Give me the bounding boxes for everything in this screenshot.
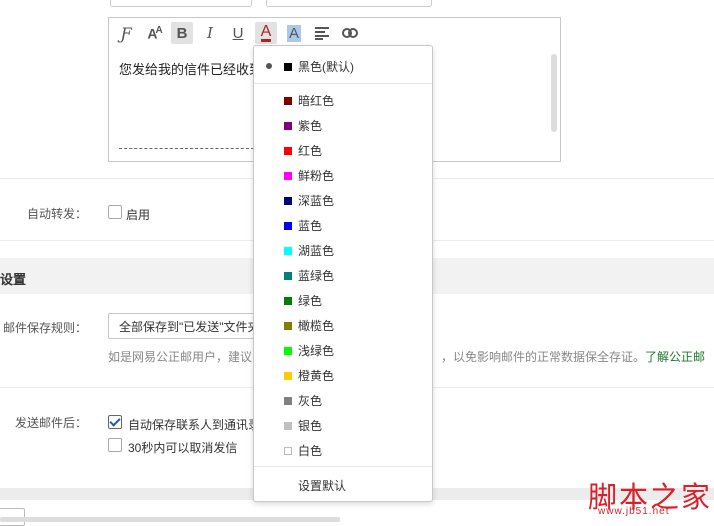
menu-separator <box>254 466 432 467</box>
editor-scrollbar[interactable] <box>551 54 557 132</box>
auto-forward-checkbox-label[interactable]: 启用 <box>126 206 150 223</box>
save-contacts-checkbox[interactable] <box>108 415 122 429</box>
color-item[interactable]: 紫色 <box>254 113 432 138</box>
color-swatch <box>284 371 292 380</box>
background-color-icon[interactable]: A <box>283 22 305 44</box>
color-item[interactable]: 白色 <box>254 438 432 463</box>
align-icon[interactable] <box>311 22 333 44</box>
color-item[interactable]: 浅绿色 <box>254 338 432 363</box>
horizontal-scrollbar[interactable] <box>0 517 340 522</box>
color-item[interactable]: 暗红色 <box>254 88 432 113</box>
save-rule-select[interactable]: 全部保存到"已发送"文件夹 <box>108 313 258 339</box>
color-item[interactable]: 橄榄色 <box>254 313 432 338</box>
section-title: 设置 <box>0 272 27 287</box>
color-label: 黑色(默认) <box>298 60 354 74</box>
auto-forward-checkbox[interactable] <box>108 205 122 219</box>
color-item[interactable]: 绿色 <box>254 288 432 313</box>
color-swatch <box>284 62 292 71</box>
color-label: 橙黄色 <box>298 369 335 383</box>
color-label: 蓝绿色 <box>298 269 335 283</box>
menu-separator <box>254 83 432 84</box>
color-label: 暗红色 <box>298 94 335 108</box>
color-swatch <box>284 196 292 205</box>
color-swatch <box>284 146 292 155</box>
color-swatch <box>284 346 292 355</box>
color-swatch <box>284 271 292 280</box>
color-label: 白色 <box>298 444 323 458</box>
color-swatch <box>284 421 292 430</box>
color-label: 浅绿色 <box>298 344 335 358</box>
top-input-right[interactable] <box>266 0 432 7</box>
color-item[interactable]: 蓝色 <box>254 213 432 238</box>
save-rule-note-prefix: 如是网易公正邮用户，建议 <box>108 350 253 364</box>
signature-separator <box>119 148 254 149</box>
color-item[interactable]: 红色 <box>254 138 432 163</box>
color-item[interactable]: 湖蓝色 <box>254 238 432 263</box>
editor-content-text[interactable]: 您发给我的信件已经收到 <box>119 59 262 78</box>
color-label: 蓝色 <box>298 219 323 233</box>
color-label: 绿色 <box>298 294 323 308</box>
color-swatch <box>284 221 292 230</box>
after-send-label: 发送邮件后： <box>14 416 87 430</box>
font-size-icon[interactable]: AA <box>143 22 165 44</box>
save-contacts-label[interactable]: 自动保存联系人到通讯录 <box>128 416 260 433</box>
top-input-left[interactable] <box>110 0 252 7</box>
editor-toolbar: Ƒ AA B I U A A <box>109 18 367 48</box>
undo-send-checkbox[interactable] <box>108 438 122 452</box>
color-swatch <box>284 121 292 130</box>
color-label: 银色 <box>298 419 323 433</box>
color-swatch <box>284 246 292 255</box>
save-rule-note-suffix: ，以免影响邮件的正常数据保全存证。了解公正邮 <box>441 350 706 364</box>
learn-more-link[interactable]: 了解公正邮 <box>645 350 705 364</box>
color-swatch <box>284 446 292 455</box>
color-item-default[interactable]: 黑色(默认) <box>254 54 432 79</box>
underline-icon[interactable]: U <box>227 22 249 44</box>
color-item[interactable]: 蓝绿色 <box>254 263 432 288</box>
color-item[interactable]: 银色 <box>254 413 432 438</box>
auto-forward-label: 自动转发： <box>26 207 87 221</box>
color-label: 橄榄色 <box>298 319 335 333</box>
color-label: 深蓝色 <box>298 194 335 208</box>
save-rule-label: 邮件保存规则： <box>2 321 87 335</box>
undo-send-label[interactable]: 30秒内可以取消发信 <box>128 439 237 456</box>
color-item[interactable]: 深蓝色 <box>254 188 432 213</box>
font-color-icon[interactable]: A <box>255 22 277 44</box>
set-default-button[interactable]: 设置默认 <box>298 477 346 494</box>
color-label: 红色 <box>298 144 323 158</box>
color-swatch <box>284 171 292 180</box>
font-family-icon[interactable]: Ƒ <box>115 22 137 44</box>
color-item[interactable]: 橙黄色 <box>254 363 432 388</box>
color-item[interactable]: 灰色 <box>254 388 432 413</box>
color-label: 湖蓝色 <box>298 244 335 258</box>
color-swatch <box>284 296 292 305</box>
selected-dot-icon <box>266 63 272 69</box>
color-label: 鲜粉色 <box>298 169 335 183</box>
watermark-url: www.jb51.net <box>598 506 670 517</box>
color-label: 紫色 <box>298 119 323 133</box>
link-icon[interactable] <box>339 22 361 44</box>
color-swatch <box>284 96 292 105</box>
color-swatch <box>284 321 292 330</box>
bold-icon[interactable]: B <box>171 22 193 44</box>
color-item[interactable]: 鲜粉色 <box>254 163 432 188</box>
color-label: 灰色 <box>298 394 323 408</box>
font-color-menu: 黑色(默认) 暗红色紫色红色鲜粉色深蓝色蓝色湖蓝色蓝绿色绿色橄榄色浅绿色橙黄色灰… <box>253 45 433 502</box>
color-swatch <box>284 396 292 405</box>
italic-icon[interactable]: I <box>199 22 221 44</box>
